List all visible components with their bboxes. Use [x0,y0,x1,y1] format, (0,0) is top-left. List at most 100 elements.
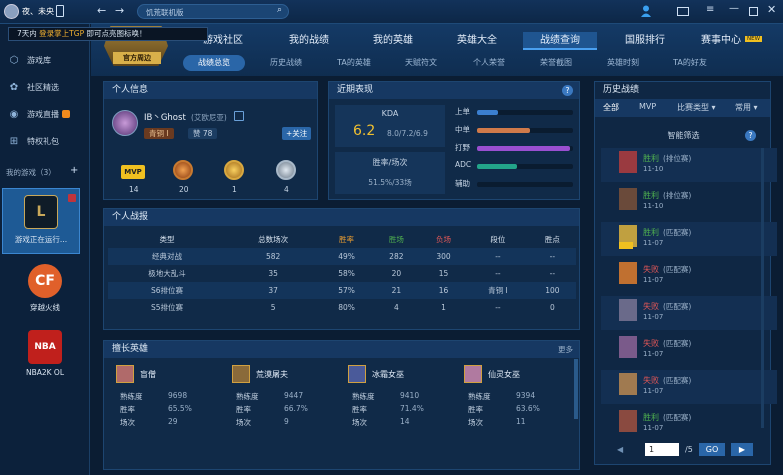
table-cell: 极地大乱斗 [148,269,186,278]
table-cell: 5 [270,303,276,312]
history-panel: 历史战绩 全部 MVP 比赛类型 ▾ 常用 ▾ 智能筛选 ? 胜利 (排位赛) 11… [594,81,777,465]
person-icon[interactable] [641,5,651,17]
hero-stat-label: 胜率 [120,405,135,414]
match-result: 失败 [643,339,659,348]
go-button[interactable]: GO [699,443,725,456]
subtab-history[interactable]: 历史战绩 [261,55,311,71]
follow-button[interactable]: +关注 [282,127,312,140]
menu-icon[interactable]: ≡ [706,4,714,15]
history-item[interactable]: 失败 (匹配赛) 11-07 [601,370,777,404]
hero-portrait [619,373,637,395]
hero-stat-row: 胜率 63.6% [468,404,568,415]
tab-match-type[interactable]: 比赛类型 ▾ [677,102,716,113]
sidebar-item-game-library[interactable]: ⬡ 游戏库 [0,48,90,72]
subtab-friends[interactable]: TA的好友 [665,55,715,71]
match-result: 胜利 [643,413,659,422]
like-count[interactable]: 赞 78 [188,128,218,139]
game-nba2k[interactable]: NBA NBA2K OL [0,330,90,380]
notice-link[interactable]: 登录掌上TGP [39,29,84,38]
add-game-button[interactable]: + [70,165,78,176]
table-header-cell: 总数场次 [258,235,289,244]
notice-tooltip[interactable]: 7天内 登录掌上TGP 即可点亮图标唤！ [8,27,208,41]
table-cell: 58% [338,269,355,278]
hero-stat-value: 9447 [284,391,304,400]
history-item[interactable]: 胜利 (排位赛) 11-10 [601,148,777,182]
hero-stat-row: 场次 11 [468,417,568,428]
hero-card[interactable]: 盲僧 熟练度 9698 胜率 65.5% 场次 29 [112,365,228,443]
my-games-label: 我的游戏（3） [6,168,56,177]
help-icon[interactable]: ? [745,130,756,141]
help-icon[interactable]: ? [562,85,573,96]
hero-card[interactable]: 冰霜女巫 熟练度 9410 胜率 71.4% 场次 14 [344,365,460,443]
gift-icon: ⊞ [9,135,19,147]
prev-page-button[interactable]: ◀ [617,445,623,454]
next-page-button[interactable]: ▶ [731,443,753,456]
subtab-moments[interactable]: 英雄时刻 [598,55,648,71]
scrollbar[interactable] [574,359,578,419]
position-label: 上单 [455,107,470,116]
history-item[interactable]: 失败 (匹配赛) 11-07 [601,259,777,293]
match-mode: (匹配赛) [663,302,692,311]
search-input[interactable]: 饥荒联机版 ⌕ [137,4,289,19]
close-icon[interactable]: ✕ [767,3,776,16]
position-label: 辅助 [455,179,470,188]
forward-arrow-icon[interactable]: → [115,4,124,17]
history-item[interactable]: 失败 (匹配赛) 11-07 [601,296,777,330]
minimize-icon[interactable]: — [729,3,739,14]
table-cell: 582 [265,252,281,261]
avatar[interactable] [112,110,138,136]
game-cf[interactable]: CF 穿越火线 [0,264,90,314]
sidebar-item-privileges[interactable]: ⊞ 特权礼包 [0,129,90,153]
history-item[interactable]: 胜利 (匹配赛) 11-07 [601,407,777,441]
hero-stat-row: 场次 14 [352,417,452,428]
hero-card[interactable]: 荒漠屠夫 熟练度 9447 胜率 66.7% 场次 9 [228,365,344,443]
tab-mvp[interactable]: MVP [639,102,656,111]
nav-server-ranking[interactable]: 国服排行 [615,32,675,50]
table-cell: 35 [268,269,278,278]
table-cell: 16 [438,286,449,295]
tab-frequent[interactable]: 常用 ▾ [735,102,758,113]
hero-portrait [619,299,637,321]
back-arrow-icon[interactable]: ← [97,4,106,17]
table-cell: S5排位赛 [150,303,183,312]
scrollbar[interactable] [761,148,764,428]
hero-stat-row: 熟练度 9394 [468,391,568,402]
subtab-heroes[interactable]: TA的英雄 [329,55,379,71]
history-item[interactable]: 失败 (匹配赛) 11-07 [601,333,777,367]
subtab-screenshots[interactable]: 荣誉截图 [531,55,581,71]
sidebar-item-live[interactable]: ◉ 游戏直播 [0,102,90,126]
phone-icon[interactable] [56,5,64,17]
subtab-runes[interactable]: 天赋符文 [396,55,446,71]
subtab-honors[interactable]: 个人荣誉 [464,55,514,71]
maximize-icon[interactable] [749,7,758,16]
copy-icon[interactable] [234,111,244,121]
nav-my-records[interactable]: 我的战绩 [279,32,339,50]
nav-my-heroes[interactable]: 我的英雄 [363,32,423,50]
table-cell: -- [549,252,556,261]
search-icon[interactable]: ⌕ [277,5,282,15]
nav-events[interactable]: 赛事中心 [696,32,746,50]
table-cell: -- [495,303,501,312]
more-link[interactable]: 更多 [558,344,573,355]
history-item[interactable]: 胜利 (匹配赛) 11-07 [601,222,777,256]
game-close-icon[interactable] [68,194,76,202]
table-cell: 37 [268,286,278,295]
recent-performance-panel: 近期表现 ? KDA 6.2 8.0/7.2/6.9 胜率/场次 51.5%/3… [328,81,580,200]
nav-record-lookup[interactable]: 战绩查询 [523,32,597,50]
subtab-overview[interactable]: 战绩总览 [183,55,245,71]
nav-hero-encyclopedia[interactable]: 英雄大全 [447,32,507,50]
sidebar-item-community[interactable]: ✿ 社区精选 [0,75,90,99]
hero-portrait [232,365,250,383]
hero-stat-row: 熟练度 9698 [120,391,220,402]
history-item[interactable]: 胜利 (排位赛) 11-10 [601,185,777,219]
smart-filter-bar[interactable]: 智能筛选 ? [601,129,766,143]
hero-card[interactable]: 仙灵女巫 熟练度 9394 胜率 63.6% 场次 11 [460,365,576,443]
user-avatar[interactable] [4,4,19,19]
hero-name: 荒漠屠夫 [256,370,288,379]
username[interactable]: 夜、未央 [22,6,54,17]
tab-all[interactable]: 全部 [603,102,619,113]
mail-icon[interactable] [677,7,689,16]
page-input[interactable]: 1 [645,443,679,456]
table-cell: 49% [338,252,355,261]
hero-list: 盲僧 熟练度 9698 胜率 65.5% 场次 29 荒漠屠夫 熟练度 9447 胜率 66.7% 场次… [104,365,574,465]
